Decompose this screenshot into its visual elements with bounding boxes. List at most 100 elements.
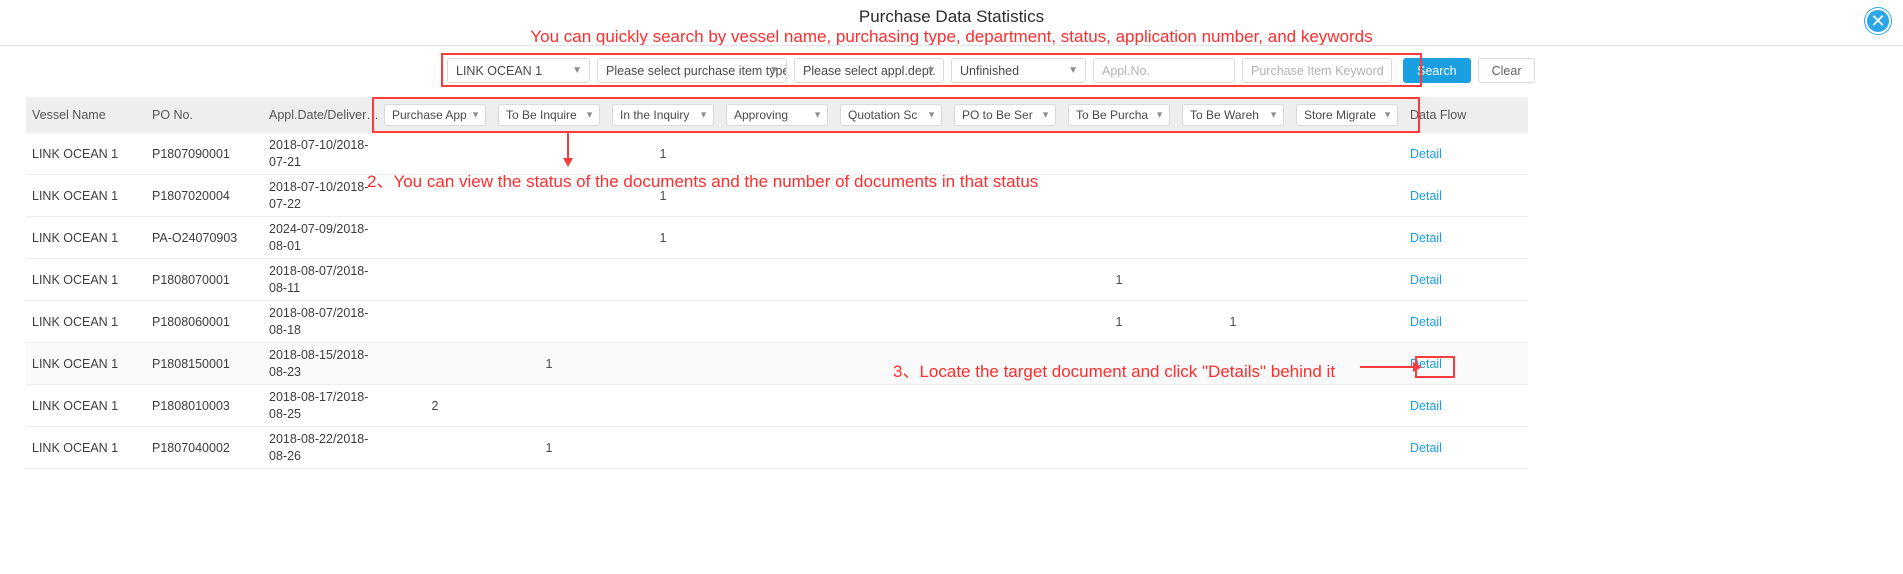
- cell-vessel-name: LINK OCEAN 1: [32, 146, 119, 161]
- chevron-down-icon: ▼: [585, 109, 594, 120]
- keyword-placeholder: Purchase Item Keyword: [1251, 63, 1384, 78]
- filter-label: Store Migrate: [1304, 108, 1377, 122]
- table-header-row: Vessel Name PO No. Appl.Date/Deliver… Pu…: [26, 97, 1528, 133]
- clear-button[interactable]: Clear: [1477, 58, 1536, 83]
- cell-po-no: P1808070001: [152, 272, 230, 287]
- cell-status-count: 1: [1229, 314, 1237, 329]
- cell-vessel-name: LINK OCEAN 1: [32, 314, 119, 329]
- column-header-data-flow: Data Flow: [1410, 108, 1467, 122]
- column-filter-store-migrate[interactable]: Store Migrate ▼: [1290, 104, 1404, 126]
- table-row: LINK OCEAN 1 P1808010003 2018-08-17/2018-0…: [26, 385, 1528, 427]
- cell-po-no: P1808010003: [152, 398, 230, 413]
- table-row: LINK OCEAN 1 P1808060001 2018-08-07/2018-0…: [26, 301, 1528, 343]
- status-value: Unfinished: [960, 63, 1020, 78]
- column-header-po-no: PO No.: [152, 108, 193, 122]
- chevron-down-icon: ▼: [1383, 109, 1392, 120]
- chevron-down-icon: ▼: [699, 109, 708, 120]
- column-filter-in-the-inquiry[interactable]: In the Inquiry ▼: [606, 104, 720, 126]
- cell-appl-date: 2018-08-07/2018-08-11: [269, 263, 369, 295]
- table-row: LINK OCEAN 1 P1808070001 2018-08-07/2018-0…: [26, 259, 1528, 301]
- purchase-item-type-select[interactable]: Please select purchase item type. ▼: [597, 58, 787, 83]
- vessel-name-select[interactable]: LINK OCEAN 1 ▼: [447, 58, 590, 83]
- cell-po-no: P1808060001: [152, 314, 230, 329]
- cell-status-count: 1: [1115, 314, 1123, 329]
- page-title: Purchase Data Statistics: [858, 7, 1045, 26]
- header-divider: [0, 45, 1903, 46]
- filter-label: To Be Inquire: [506, 108, 577, 122]
- search-button[interactable]: Search: [1403, 58, 1471, 83]
- cell-status-count: 1: [545, 356, 553, 371]
- appl-dept-value: Please select appl.dept.: [803, 63, 936, 78]
- purchase-item-type-value: Please select purchase item type.: [606, 63, 787, 78]
- cell-appl-date: 2018-08-17/2018-08-25: [269, 389, 369, 421]
- vessel-name-value: LINK OCEAN 1: [456, 63, 543, 78]
- column-filter-purchase-app[interactable]: Purchase App ▼: [378, 104, 492, 126]
- column-filter-approving[interactable]: Approving ▼: [720, 104, 834, 126]
- appl-no-placeholder: Appl.No.: [1102, 63, 1150, 78]
- annotation-arrow-status: [563, 133, 573, 167]
- cell-appl-date: 2018-08-22/2018-08-26: [269, 431, 369, 463]
- filter-label: To Be Purcha: [1076, 108, 1149, 122]
- cell-data-flow: Detail: [1404, 189, 1517, 203]
- purchase-data-table: Vessel Name PO No. Appl.Date/Deliver… Pu…: [26, 97, 1528, 469]
- cell-data-flow: Detail: [1404, 147, 1517, 161]
- chevron-down-icon: ▼: [1068, 64, 1078, 76]
- chevron-down-icon: ▼: [1155, 109, 1164, 120]
- cell-vessel-name: LINK OCEAN 1: [32, 398, 119, 413]
- filter-label: Purchase App: [392, 108, 467, 122]
- cell-appl-date: 2018-07-10/2018-07-22: [269, 179, 369, 211]
- cell-status-count: 1: [545, 440, 553, 455]
- purchase-item-keyword-input[interactable]: Purchase Item Keyword: [1242, 58, 1392, 83]
- chevron-down-icon: ▼: [471, 109, 480, 120]
- filter-label: In the Inquiry: [620, 108, 690, 122]
- column-filter-quotation-sc[interactable]: Quotation Sc ▼: [834, 104, 948, 126]
- annotation-search-tip: You can quickly search by vessel name, p…: [530, 27, 1373, 46]
- filter-label: Quotation Sc: [848, 108, 918, 122]
- detail-link[interactable]: Detail: [1410, 399, 1442, 413]
- cell-vessel-name: LINK OCEAN 1: [32, 188, 119, 203]
- appl-no-input[interactable]: Appl.No.: [1093, 58, 1235, 83]
- cell-appl-date: 2018-07-10/2018-07-21: [269, 137, 369, 169]
- cell-data-flow: Detail: [1404, 399, 1517, 413]
- annotation-status-tip: 2、You can view the status of the documen…: [367, 172, 1039, 191]
- cell-status-count: 1: [659, 230, 667, 245]
- column-filter-to-be-inquire[interactable]: To Be Inquire ▼: [492, 104, 606, 126]
- column-filter-po-to-be-ser[interactable]: PO to Be Ser ▼: [948, 104, 1062, 126]
- chevron-down-icon: ▼: [1269, 109, 1278, 120]
- chevron-down-icon: ▼: [1041, 109, 1050, 120]
- table-row: LINK OCEAN 1 PA-O24070903 2024-07-09/2018-…: [26, 217, 1528, 259]
- detail-link[interactable]: Detail: [1410, 231, 1442, 245]
- cell-po-no: P1807040002: [152, 440, 230, 455]
- status-select[interactable]: Unfinished ▼: [951, 58, 1086, 83]
- cell-status-count: 1: [1115, 272, 1123, 287]
- cell-data-flow: Detail: [1404, 441, 1517, 455]
- column-filter-to-be-wareh[interactable]: To Be Wareh ▼: [1176, 104, 1290, 126]
- filter-label: PO to Be Ser: [962, 108, 1033, 122]
- chevron-down-icon: ▼: [927, 109, 936, 120]
- cell-vessel-name: LINK OCEAN 1: [32, 440, 119, 455]
- detail-link[interactable]: Detail: [1410, 147, 1442, 161]
- chevron-down-icon: ▼: [926, 64, 936, 76]
- detail-link[interactable]: Detail: [1410, 315, 1442, 329]
- close-icon[interactable]: ✕: [1865, 8, 1891, 34]
- detail-link[interactable]: Detail: [1410, 273, 1442, 287]
- appl-dept-select[interactable]: Please select appl.dept. ▼: [794, 58, 944, 83]
- chevron-down-icon: ▼: [769, 64, 779, 76]
- cell-data-flow: Detail: [1404, 315, 1517, 329]
- cell-appl-date: 2018-08-15/2018-08-23: [269, 347, 369, 379]
- cell-po-no: P1808150001: [152, 356, 230, 371]
- purchase-data-statistics-page: Purchase Data Statistics ✕ You can quick…: [0, 0, 1903, 574]
- cell-status-count: 1: [659, 146, 667, 161]
- table-row: LINK OCEAN 1 P1807040002 2018-08-22/2018-0…: [26, 427, 1528, 469]
- cell-vessel-name: LINK OCEAN 1: [32, 230, 119, 245]
- annotation-detail-tip: 3、Locate the target document and click "…: [893, 362, 1336, 381]
- chevron-down-icon: ▼: [572, 64, 582, 76]
- column-filter-to-be-purcha[interactable]: To Be Purcha ▼: [1062, 104, 1176, 126]
- search-toolbar: LINK OCEAN 1 ▼ Please select purchase it…: [447, 58, 1536, 83]
- cell-po-no: PA-O24070903: [152, 230, 238, 245]
- detail-link[interactable]: Detail: [1410, 441, 1442, 455]
- cell-appl-date: 2018-08-07/2018-08-18: [269, 305, 369, 337]
- annotation-arrow-detail: [1360, 362, 1422, 372]
- cell-status-count: 2: [431, 398, 439, 413]
- detail-link[interactable]: Detail: [1410, 189, 1442, 203]
